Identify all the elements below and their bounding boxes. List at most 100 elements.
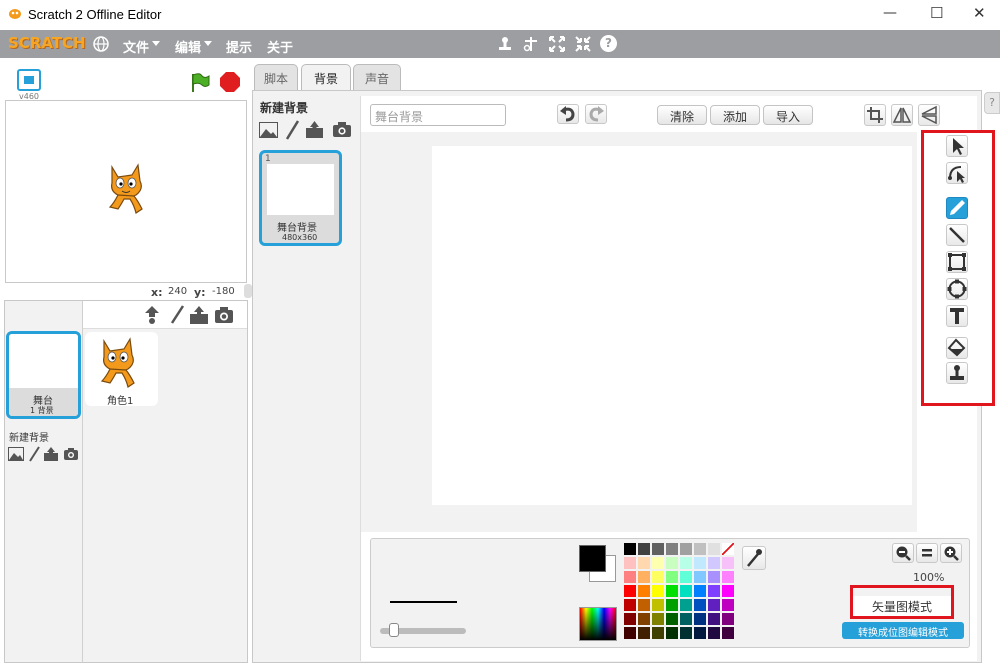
paint-brush-icon[interactable] <box>169 305 185 325</box>
paint-canvas[interactable] <box>432 146 912 505</box>
color-swatch[interactable] <box>708 557 720 569</box>
crop-icon[interactable] <box>864 104 886 126</box>
delete-scissors-icon[interactable] <box>523 35 539 53</box>
color-swatch[interactable] <box>680 557 692 569</box>
color-swatch[interactable] <box>666 571 678 583</box>
color-swatch[interactable] <box>708 613 720 625</box>
color-swatch[interactable] <box>652 585 664 597</box>
color-spectrum-picker[interactable] <box>579 607 617 641</box>
minimize-button[interactable]: — <box>883 5 897 21</box>
camera-icon[interactable] <box>332 122 352 138</box>
color-swatch[interactable] <box>722 613 734 625</box>
backdrop-name-field[interactable]: 舞台背景 <box>370 104 506 126</box>
color-swatch[interactable] <box>708 543 720 555</box>
color-swatch[interactable] <box>652 613 664 625</box>
color-swatch[interactable] <box>652 557 664 569</box>
import-button[interactable]: 导入 <box>763 105 813 125</box>
color-swatch[interactable] <box>624 543 636 555</box>
color-swatch[interactable] <box>680 599 692 611</box>
help-sidebar-icon[interactable]: ? <box>984 92 1000 114</box>
menu-tips[interactable]: 提示 <box>226 37 252 56</box>
image-library-icon[interactable] <box>8 447 24 461</box>
color-swatch[interactable] <box>694 585 706 597</box>
brush-size-slider[interactable] <box>380 623 466 637</box>
color-swatch[interactable] <box>708 599 720 611</box>
brush-size-slider-knob[interactable] <box>389 623 399 637</box>
tab-sounds[interactable]: 声音 <box>353 64 401 90</box>
color-swatch[interactable] <box>652 599 664 611</box>
color-swatch[interactable] <box>722 571 734 583</box>
scratch-logo[interactable]: SCRATCH <box>8 34 86 52</box>
color-swatch[interactable] <box>638 585 650 597</box>
duplicate-stamp-icon[interactable] <box>497 35 513 53</box>
color-swatch[interactable] <box>638 613 650 625</box>
flip-vertical-icon[interactable] <box>918 104 940 126</box>
primary-color-swatch[interactable] <box>579 545 606 572</box>
color-swatch[interactable] <box>652 543 664 555</box>
sprite-library-icon[interactable] <box>143 305 161 325</box>
sprite-tile[interactable]: 角色1 <box>85 332 158 407</box>
close-button[interactable]: ✕ <box>973 4 986 22</box>
color-swatch[interactable] <box>652 627 664 639</box>
color-swatch[interactable] <box>694 557 706 569</box>
scratch-cat-sprite[interactable] <box>104 163 152 215</box>
text-tool-icon[interactable] <box>946 305 968 327</box>
zoom-reset-icon[interactable] <box>916 543 938 563</box>
color-swatch[interactable] <box>638 627 650 639</box>
color-swatch[interactable] <box>694 571 706 583</box>
color-swatch[interactable] <box>680 571 692 583</box>
color-swatch[interactable] <box>708 571 720 583</box>
color-swatch[interactable] <box>722 599 734 611</box>
upload-icon[interactable] <box>305 120 324 139</box>
color-swatch[interactable] <box>638 543 650 555</box>
color-swatch[interactable] <box>652 571 664 583</box>
line-tool-icon[interactable] <box>946 224 968 246</box>
paint-brush-icon[interactable] <box>285 120 300 140</box>
color-swatch[interactable] <box>666 599 678 611</box>
transparent-color-swatch[interactable] <box>722 543 734 555</box>
upload-icon[interactable] <box>43 446 59 462</box>
color-swatch[interactable] <box>624 627 636 639</box>
camera-icon[interactable] <box>63 447 79 461</box>
menu-edit[interactable]: 编辑 <box>175 37 201 56</box>
color-swatch[interactable] <box>694 543 706 555</box>
globe-icon[interactable] <box>93 36 109 52</box>
tab-backdrops[interactable]: 背景 <box>301 64 351 92</box>
color-swatch[interactable] <box>666 613 678 625</box>
paint-brush-icon[interactable] <box>28 446 40 462</box>
color-swatch[interactable] <box>666 627 678 639</box>
maximize-button[interactable]: ☐ <box>930 4 943 22</box>
grow-icon[interactable] <box>548 35 566 53</box>
color-swatch[interactable] <box>624 585 636 597</box>
stage-canvas[interactable] <box>5 100 247 283</box>
undo-button[interactable] <box>557 104 579 124</box>
stop-sign-icon[interactable] <box>219 71 241 93</box>
color-swatch[interactable] <box>694 613 706 625</box>
clear-button[interactable]: 清除 <box>657 105 707 125</box>
color-swatch[interactable] <box>680 613 692 625</box>
menu-about[interactable]: 关于 <box>267 37 293 56</box>
color-swatch[interactable] <box>680 543 692 555</box>
color-swatch[interactable] <box>638 599 650 611</box>
select-arrow-icon[interactable] <box>946 135 968 157</box>
backdrop-item[interactable]: 1 舞台背景 480x360 <box>259 150 342 246</box>
color-swatch[interactable] <box>722 557 734 569</box>
color-swatch[interactable] <box>624 613 636 625</box>
collapse-stage-handle[interactable] <box>244 284 252 298</box>
redo-button[interactable] <box>585 104 607 124</box>
tab-scripts[interactable]: 脚本 <box>254 64 298 90</box>
color-swatch[interactable] <box>722 627 734 639</box>
fill-bucket-icon[interactable] <box>946 337 968 359</box>
convert-to-bitmap-button[interactable]: 转换成位图编辑模式 <box>842 622 964 639</box>
color-swatch[interactable] <box>666 557 678 569</box>
reshape-icon[interactable] <box>946 162 968 184</box>
rectangle-tool-icon[interactable] <box>946 251 968 273</box>
color-swatch[interactable] <box>680 627 692 639</box>
add-button[interactable]: 添加 <box>710 105 760 125</box>
fullscreen-icon[interactable] <box>17 69 41 91</box>
color-swatch[interactable] <box>624 557 636 569</box>
stamp-tool-icon[interactable] <box>946 362 968 384</box>
help-icon[interactable]: ? <box>600 35 617 52</box>
color-swatch[interactable] <box>680 585 692 597</box>
pencil-icon[interactable] <box>946 197 968 219</box>
